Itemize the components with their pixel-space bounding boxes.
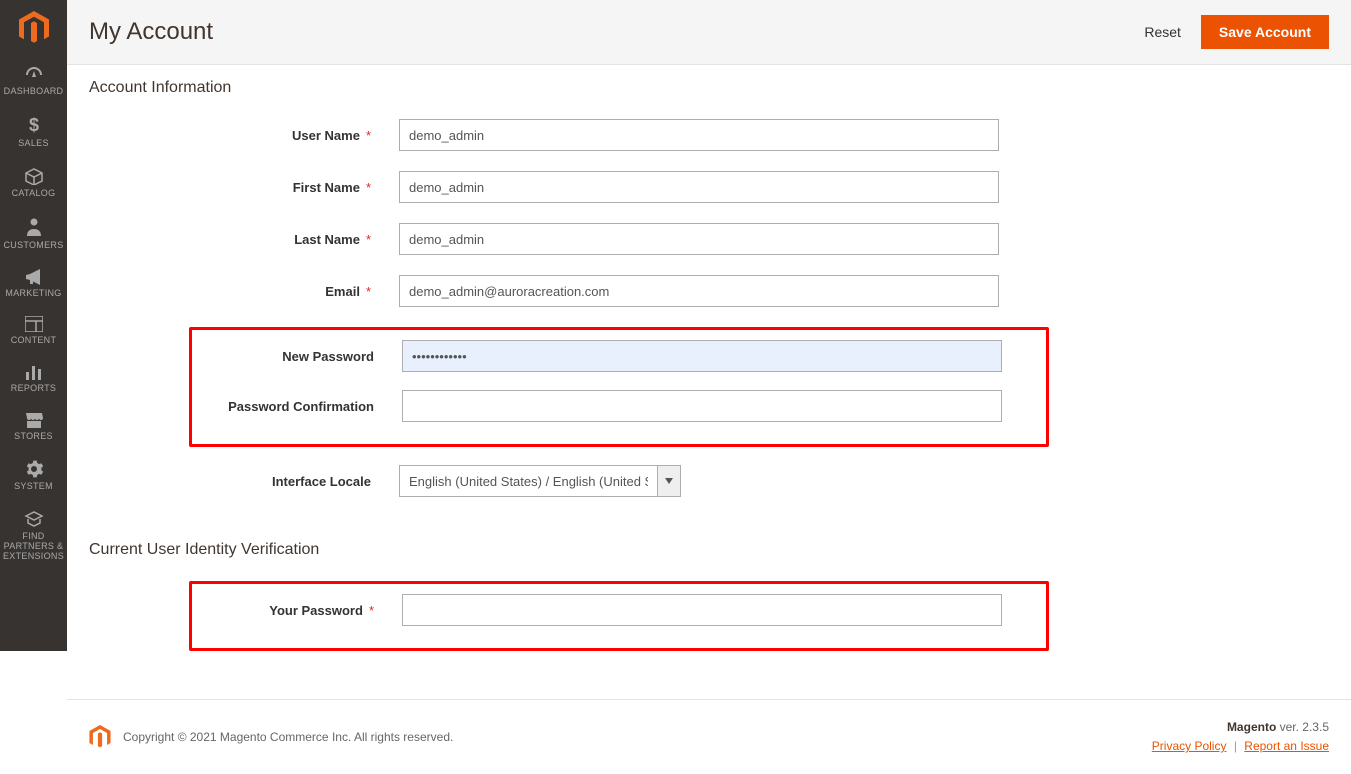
nav-dashboard[interactable]: DASHBOARD [0, 55, 67, 105]
required-star: * [366, 232, 371, 247]
verification-title: Current User Identity Verification [89, 541, 1329, 559]
megaphone-icon [24, 269, 44, 285]
row-username: User Name* [89, 119, 1329, 151]
label-email: Email* [89, 284, 399, 299]
label-password-confirmation: Password Confirmation [202, 399, 402, 414]
account-info-title: Account Information [89, 79, 1329, 97]
copyright-text: Copyright © 2021 Magento Commerce Inc. A… [123, 730, 453, 744]
report-issue-link[interactable]: Report an Issue [1244, 739, 1329, 753]
nav-system[interactable]: SYSTEM [0, 450, 67, 500]
admin-sidebar: DASHBOARD $ SALES CATALOG CUSTOMERS MARK… [0, 0, 67, 651]
layout-icon [25, 316, 43, 332]
magento-logo[interactable] [0, 0, 67, 55]
label-firstname: First Name* [89, 180, 399, 195]
row-new-password: New Password [202, 340, 1036, 372]
nav-label: SALES [18, 139, 49, 149]
password-confirmation-input[interactable] [402, 390, 1002, 422]
brand-name: Magento [1227, 720, 1276, 734]
bar-chart-icon [25, 364, 43, 380]
label-your-password: Your Password* [202, 603, 402, 618]
magento-footer-icon [89, 725, 111, 749]
nav-label: SYSTEM [14, 482, 53, 492]
catalog-icon [24, 167, 44, 185]
nav-label: DASHBOARD [4, 87, 64, 97]
dashboard-icon [24, 65, 44, 83]
version-prefix: ver. [1276, 720, 1302, 734]
nav-stores[interactable]: STORES [0, 402, 67, 450]
partners-icon [24, 510, 44, 528]
nav-label: MARKETING [5, 289, 61, 299]
caret-down-icon [665, 478, 673, 484]
magento-logo-icon [19, 11, 49, 45]
save-account-button[interactable]: Save Account [1201, 15, 1329, 49]
dollar-icon: $ [27, 115, 41, 135]
store-icon [24, 412, 44, 428]
nav-find-partners[interactable]: FIND PARTNERS & EXTENSIONS [0, 500, 67, 570]
label-lastname: Last Name* [89, 232, 399, 247]
nav-label: STORES [14, 432, 53, 442]
footer-separator: | [1234, 739, 1237, 753]
row-email: Email* [89, 275, 1329, 307]
interface-locale-select[interactable] [399, 465, 681, 497]
nav-label: CUSTOMERS [3, 241, 63, 251]
person-icon [26, 217, 42, 237]
nav-sales[interactable]: $ SALES [0, 105, 67, 157]
firstname-input[interactable] [399, 171, 999, 203]
username-input[interactable] [399, 119, 999, 151]
nav-label: CATALOG [12, 189, 56, 199]
label-username: User Name* [89, 128, 399, 143]
required-star: * [366, 180, 371, 195]
gear-icon [25, 460, 43, 478]
required-star: * [366, 284, 371, 299]
label-new-password: New Password [202, 349, 402, 364]
row-lastname: Last Name* [89, 223, 1329, 255]
locale-dropdown-button[interactable] [657, 465, 681, 497]
new-password-input[interactable] [402, 340, 1002, 372]
label-interface-locale: Interface Locale [89, 474, 399, 489]
row-password-confirmation: Password Confirmation [202, 390, 1036, 422]
nav-reports[interactable]: REPORTS [0, 354, 67, 402]
main-area: My Account Reset Save Account Account In… [67, 0, 1351, 651]
footer-left: Copyright © 2021 Magento Commerce Inc. A… [89, 725, 453, 749]
row-firstname: First Name* [89, 171, 1329, 203]
lastname-input[interactable] [399, 223, 999, 255]
page-actions: Reset Save Account [1134, 15, 1329, 49]
nav-label: FIND PARTNERS & EXTENSIONS [2, 532, 65, 562]
password-highlight-box: New Password Password Confirmation [189, 327, 1049, 447]
nav-customers[interactable]: CUSTOMERS [0, 207, 67, 259]
svg-text:$: $ [28, 115, 38, 135]
page-footer: Copyright © 2021 Magento Commerce Inc. A… [67, 699, 1351, 774]
verification-highlight-box: Your Password* [189, 581, 1049, 651]
row-interface-locale: Interface Locale [89, 465, 1329, 497]
privacy-policy-link[interactable]: Privacy Policy [1152, 739, 1227, 753]
required-star: * [369, 603, 374, 618]
nav-marketing[interactable]: MARKETING [0, 259, 67, 307]
footer-right: Magento ver. 2.3.5 Privacy Policy | Repo… [1152, 718, 1329, 756]
version-number: 2.3.5 [1302, 720, 1329, 734]
nav-catalog[interactable]: CATALOG [0, 157, 67, 207]
nav-content[interactable]: CONTENT [0, 306, 67, 354]
email-input[interactable] [399, 275, 999, 307]
page-title: My Account [89, 18, 213, 46]
your-password-input[interactable] [402, 594, 1002, 626]
reset-button[interactable]: Reset [1134, 16, 1191, 48]
nav-label: CONTENT [11, 336, 57, 346]
content: Account Information User Name* First Nam… [67, 65, 1351, 699]
interface-locale-value[interactable] [399, 465, 657, 497]
page-header: My Account Reset Save Account [67, 0, 1351, 65]
required-star: * [366, 128, 371, 143]
nav-label: REPORTS [11, 384, 56, 394]
row-your-password: Your Password* [202, 594, 1036, 626]
